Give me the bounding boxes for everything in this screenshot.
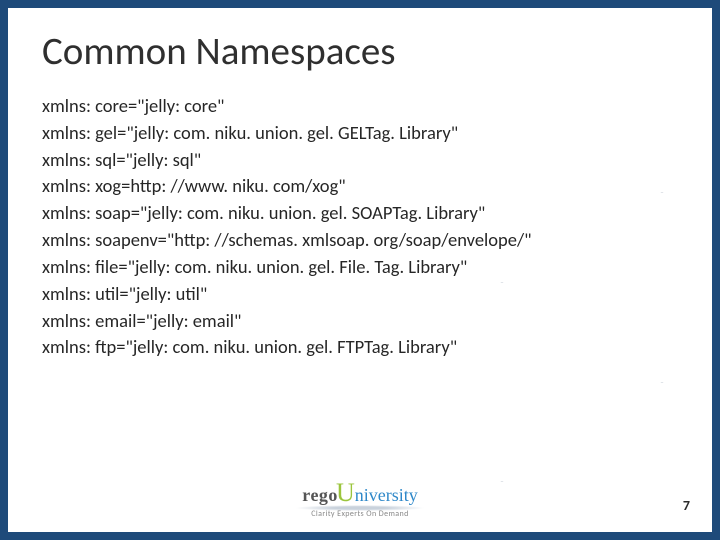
page-number: 7 (683, 497, 690, 514)
slide-title: Common Namespaces (42, 28, 712, 75)
logo-tagline: Clarity Experts On Demand (311, 509, 408, 519)
ns-line: xmlns: gel="jelly: com. niku. union. gel… (42, 120, 712, 147)
ns-line: xmlns: soap="jelly: com. niku. union. ge… (42, 200, 712, 227)
slide-frame: Common Namespaces xmlns: core="jelly: co… (0, 0, 720, 540)
namespace-list: xmlns: core="jelly: core" xmlns: gel="je… (42, 93, 712, 361)
ns-line: xmlns: xog=http: //www. niku. com/xog" (42, 173, 712, 200)
ns-line: xmlns: soapenv="http: //schemas. xmlsoap… (42, 227, 712, 254)
ns-line: xmlns: sql="jelly: sql" (42, 147, 712, 174)
logo-text-rego: rego (302, 485, 338, 506)
ns-line: xmlns: file="jelly: com. niku. union. ge… (42, 254, 712, 281)
ns-line: xmlns: util="jelly: util" (42, 281, 712, 308)
logo: rego U niversity Clarity Experts On Dema… (295, 478, 425, 519)
logo-text-niversity: niversity (355, 485, 418, 506)
ns-line: xmlns: core="jelly: core" (42, 93, 712, 120)
footer: rego U niversity Clarity Experts On Dema… (8, 478, 712, 518)
logo-text-u: U (336, 478, 355, 508)
ns-line: xmlns: email="jelly: email" (42, 308, 712, 335)
ns-line: xmlns: ftp="jelly: com. niku. union. gel… (42, 334, 712, 361)
